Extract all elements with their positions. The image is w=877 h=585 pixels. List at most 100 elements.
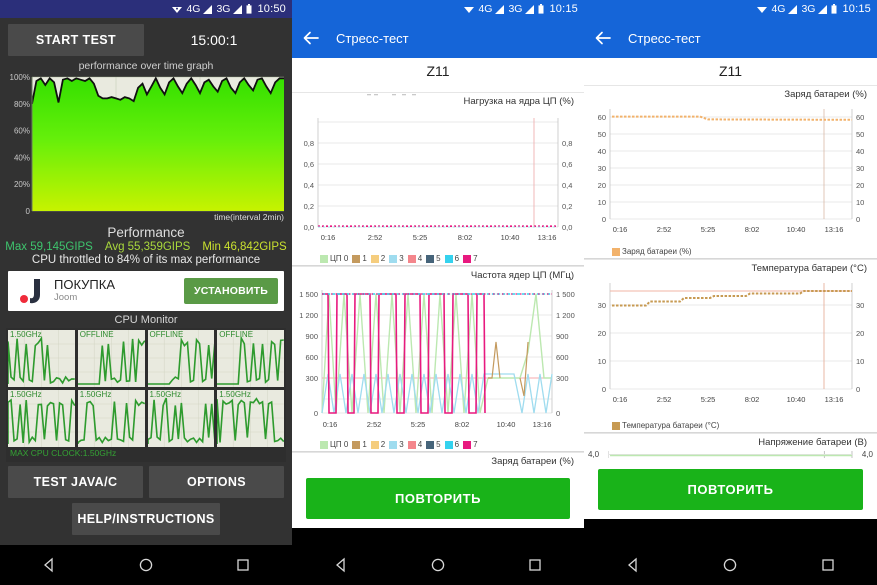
cpu-core-cell: 1.50GHz — [7, 330, 75, 387]
legend-label: 7 — [473, 440, 478, 449]
recents-nav-icon[interactable] — [235, 557, 251, 573]
signal-bars-icon-1 — [788, 4, 798, 14]
svg-text:10:40: 10:40 — [497, 420, 516, 429]
svg-text:0,2: 0,2 — [562, 202, 572, 211]
back-nav-icon[interactable] — [333, 557, 349, 573]
advertisement-banner[interactable]: ПОКУПКА Joom УСТАНОВИТЬ — [8, 271, 284, 311]
test-java-c-button[interactable]: TEST JAVA/C — [8, 466, 143, 498]
ad-text: ПОКУПКА Joom — [54, 278, 184, 304]
svg-text:13:16: 13:16 — [533, 420, 552, 429]
svg-text:50: 50 — [598, 130, 606, 139]
svg-text:40%: 40% — [14, 153, 30, 162]
android-nav-bar-right — [584, 545, 877, 585]
chart-cpu-freq: 1 500 1 200 900 600 300 0 1 500 1 200 900 600 3… — [292, 282, 584, 439]
back-nav-icon[interactable] — [41, 557, 57, 573]
battery-icon — [538, 4, 544, 14]
svg-text:8:02: 8:02 — [458, 233, 473, 242]
cpu-monitor-panel: 1.50GHz OFFLINE OFFLINE OFFLINE 1.50GHz 1.50… — [6, 328, 286, 462]
chart-battery-temp: 30 20 10 0 30 20 10 0 0:16 2:52 5:25 8:02 10:40 13… — [584, 275, 877, 420]
svg-text:0,0: 0,0 — [562, 223, 572, 232]
wifi-icon — [171, 4, 183, 14]
repeat-button-right[interactable]: ПОВТОРИТЬ — [598, 469, 863, 510]
legend-swatch — [407, 440, 416, 449]
svg-text:0,0: 0,0 — [304, 223, 314, 232]
svg-text:5:25: 5:25 — [413, 233, 428, 242]
svg-text:0: 0 — [856, 385, 860, 394]
signal-bars-icon-2 — [525, 4, 535, 14]
network-label-4g: 4G — [478, 3, 493, 15]
svg-text:10:40: 10:40 — [787, 395, 806, 404]
svg-text:30: 30 — [598, 301, 606, 310]
legend-item: 1 — [352, 440, 367, 449]
app-bar-right: Стресс-тест — [584, 18, 877, 58]
svg-text:900: 900 — [305, 332, 318, 341]
legend-item: 2 — [370, 254, 385, 263]
svg-text:1 200: 1 200 — [556, 311, 575, 320]
legend-swatch — [320, 254, 328, 263]
ad-install-button[interactable]: УСТАНОВИТЬ — [183, 278, 278, 304]
chart-title-battery-charge: Заряд батареи (%) — [784, 89, 867, 100]
svg-text:600: 600 — [556, 353, 569, 362]
help-instructions-button[interactable]: HELP/INSTRUCTIONS — [72, 503, 220, 535]
cpu-core-label: 1.50GHz — [79, 390, 112, 399]
svg-text:1 200: 1 200 — [299, 311, 318, 320]
chart-card-battery-partial: Заряд батареи (%) — [292, 452, 584, 470]
back-nav-icon[interactable] — [625, 557, 641, 573]
cpu-core-grid-top: 1.50GHz OFFLINE OFFLINE OFFLINE — [7, 330, 285, 387]
legend-item: 2 — [370, 440, 385, 449]
back-arrow-icon[interactable] — [594, 29, 612, 47]
chart-title-battery-middle: Заряд батареи (%) — [491, 456, 574, 467]
svg-text:10: 10 — [856, 198, 864, 207]
cpu-core-label: 1.50GHz — [219, 390, 251, 399]
repeat-button-middle[interactable]: ПОВТОРИТЬ — [306, 478, 570, 519]
clock-right: 10:15 — [842, 3, 871, 15]
svg-text:40: 40 — [598, 147, 606, 156]
cpu-core-label: 1.50GHz — [10, 390, 42, 399]
legend-swatch — [463, 440, 472, 449]
chart-cpu-load-svg: 0,8 0,6 0,4 0,2 0,0 0,8 0,6 0,4 0,2 0,0 0:16 2:… — [304, 118, 572, 242]
options-button[interactable]: OPTIONS — [149, 466, 284, 498]
svg-text:0: 0 — [556, 409, 560, 418]
svg-text:0:16: 0:16 — [321, 233, 336, 242]
svg-text:5:25: 5:25 — [701, 225, 716, 234]
cpu-core-cell: OFFLINE — [77, 330, 146, 387]
svg-text:0:16: 0:16 — [323, 420, 338, 429]
app-bar-title: Стресс-тест — [336, 30, 409, 46]
svg-text:1 500: 1 500 — [556, 290, 575, 299]
signal-bars-icon-2 — [233, 4, 243, 14]
legend-label: Заряд батареи (%) — [622, 247, 692, 256]
recents-nav-icon[interactable] — [527, 557, 543, 573]
status-bar-right: 4G 3G 10:15 — [584, 0, 877, 18]
cpu-core-label: OFFLINE — [149, 330, 184, 339]
performance-graph-section: performance over time graph 100% 80% 60%… — [0, 60, 292, 223]
svg-text:40: 40 — [856, 147, 864, 156]
recents-nav-icon[interactable] — [820, 557, 836, 573]
svg-text:10:40: 10:40 — [787, 225, 806, 234]
legend-label: 7 — [473, 254, 478, 263]
cpu-monitor-title: CPU Monitor — [114, 314, 178, 326]
svg-text:1 500: 1 500 — [299, 290, 318, 299]
svg-text:13:16: 13:16 — [538, 233, 557, 242]
device-dots-divider — [292, 85, 584, 96]
stat-min: Min 46,842GIPS — [202, 241, 287, 253]
chart-title-battery-voltage: Напряжение батареи (В) — [758, 437, 867, 448]
svg-text:0,2: 0,2 — [304, 202, 314, 211]
home-nav-icon[interactable] — [138, 557, 154, 573]
legend-item: 6 — [444, 440, 459, 449]
home-nav-icon[interactable] — [430, 557, 446, 573]
legend-battery-temp: Температура батареи (°C) — [584, 420, 877, 430]
svg-text:20: 20 — [856, 329, 864, 338]
legend-swatch — [370, 440, 379, 449]
svg-text:2:52: 2:52 — [657, 395, 672, 404]
legend-battery-charge: Заряд батареи (%) — [584, 246, 877, 256]
back-arrow-icon[interactable] — [302, 29, 320, 47]
device-name-middle: Z11 — [292, 58, 584, 85]
start-test-button[interactable]: START TEST — [8, 24, 144, 56]
legend-cpu-load: ЦП 0 1 2 3 4 5 6 7 — [292, 253, 584, 263]
panel-stress-test-cpu: 4G 3G 10:15 Стресс-тест Z11 Нагрузка на … — [292, 0, 584, 585]
svg-text:900: 900 — [556, 332, 569, 341]
svg-text:8:02: 8:02 — [745, 395, 760, 404]
legend-label: ЦП 0 — [330, 440, 349, 449]
home-nav-icon[interactable] — [722, 557, 738, 573]
legend-swatch — [389, 440, 398, 449]
